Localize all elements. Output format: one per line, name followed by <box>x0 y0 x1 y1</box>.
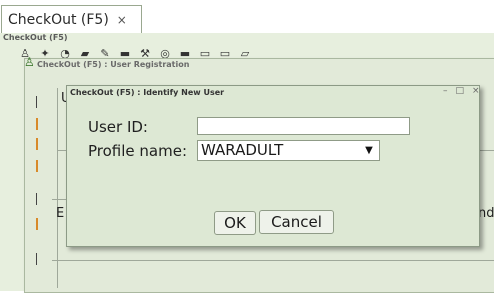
registration-title: CheckOut (F5) : User Registration <box>37 60 190 69</box>
dialog-title: CheckOut (F5) : Identify New User <box>70 88 225 97</box>
registration-tick <box>36 96 37 108</box>
tab-checkout[interactable]: CheckOut (F5) × <box>1 5 142 34</box>
maximize-icon[interactable]: □ <box>456 86 465 96</box>
registration-label-fragment-nd: nd <box>478 206 494 221</box>
ok-button[interactable]: OK <box>214 211 256 235</box>
user-id-input[interactable] <box>197 117 410 135</box>
dialog-window-controls: – □ × <box>443 86 480 96</box>
chevron-down-icon[interactable]: ▼ <box>360 142 378 159</box>
registration-tick <box>36 253 37 265</box>
registration-divider <box>52 199 66 200</box>
user-icon: ♙ <box>24 55 35 69</box>
registration-required-marker <box>36 218 38 230</box>
profile-name-select[interactable]: WARADULT <box>197 140 380 161</box>
cancel-button[interactable]: Cancel <box>259 210 334 234</box>
close-icon[interactable]: × <box>472 86 480 96</box>
registration-left-rule <box>57 88 58 288</box>
registration-tick <box>36 193 37 205</box>
close-icon[interactable]: × <box>117 13 127 27</box>
registration-required-marker <box>36 160 38 172</box>
app-title: CheckOut (F5) <box>3 33 68 42</box>
registration-label-fragment-e: E <box>56 206 65 221</box>
tab-label: CheckOut (F5) <box>8 12 109 28</box>
registration-required-marker <box>36 138 38 150</box>
registration-divider <box>478 150 494 151</box>
registration-divider <box>52 260 494 261</box>
user-id-label: User ID: <box>88 118 148 136</box>
registration-required-marker <box>36 118 38 130</box>
minimize-icon[interactable]: – <box>443 86 448 96</box>
profile-name-label: Profile name: <box>88 142 188 160</box>
profile-name-value: WARADULT <box>201 141 284 159</box>
